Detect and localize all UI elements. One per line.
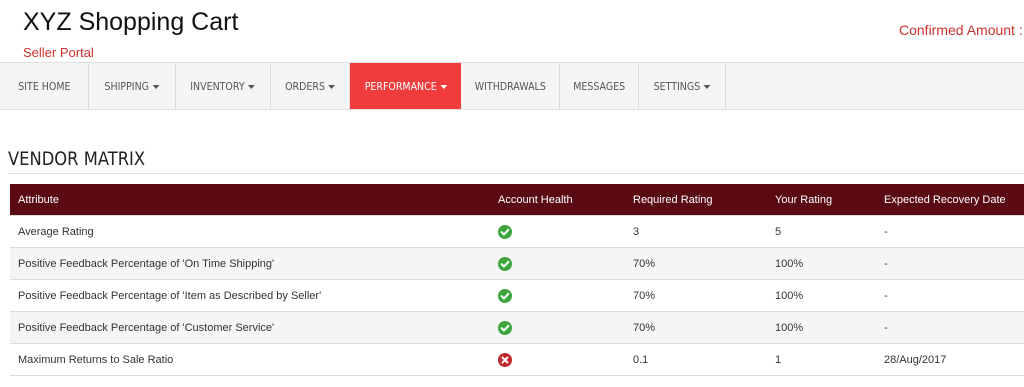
site-title[interactable]: XYZ Shopping Cart [23,8,238,37]
nav-label: ORDERS [284,79,325,93]
cell-attribute: Positive Feedback Percentage of 'Item as… [10,279,490,312]
cell-required-rating: 70% [625,279,767,312]
nav-withdrawals[interactable]: WITHDRAWALS [461,63,560,109]
nav-settings[interactable]: SETTINGS [639,63,726,109]
nav-performance[interactable]: PERFORMANCE [350,63,461,109]
nav-label: PERFORMANCE [364,79,437,93]
header-required-rating: Required Rating [625,184,767,216]
check-circle-icon [498,320,512,335]
nav-label: INVENTORY [190,79,246,93]
cell-attribute: Average Rating [10,215,490,248]
cell-your-rating: 100% [767,311,876,344]
cell-your-rating: 5 [767,215,876,248]
section-title: VENDOR MATRIX [8,148,167,170]
section-divider [8,173,1024,174]
check-circle-icon [498,288,512,303]
nav-inventory[interactable]: INVENTORY [176,63,271,109]
nav-label: SITE HOME [17,79,71,93]
cell-required-rating: 0.1 [625,343,767,376]
caret-down-icon [439,84,447,89]
caret-down-icon [248,84,256,89]
cross-circle-icon [498,352,512,367]
check-circle-icon [498,256,512,271]
site-subtitle: Seller Portal [23,45,94,60]
vendor-matrix-table: Attribute Account Health Required Rating… [10,184,1024,376]
cell-expected-recovery-date: - [876,279,1024,312]
cell-your-rating: 1 [767,343,876,376]
cell-required-rating: 70% [625,311,767,344]
nav-label: MESSAGES [573,79,625,93]
cell-attribute: Positive Feedback Percentage of 'On Time… [10,247,490,280]
header-account-health: Account Health [490,184,625,216]
table-row: Positive Feedback Percentage of 'Item as… [10,279,1024,312]
cell-account-health [490,215,625,248]
cell-expected-recovery-date: - [876,215,1024,248]
nav-shipping[interactable]: SHIPPING [89,63,176,109]
nav-site-home[interactable]: SITE HOME [0,63,89,109]
caret-down-icon [152,84,160,89]
cell-expected-recovery-date: - [876,247,1024,280]
nav-orders[interactable]: ORDERS [271,63,350,109]
table-row: Average Rating 3 5- [10,215,1024,248]
table-row: Positive Feedback Percentage of 'On Time… [10,247,1024,280]
cell-attribute: Maximum Returns to Sale Ratio [10,343,490,376]
header-your-rating: Your Rating [767,184,876,216]
cell-account-health [490,247,625,280]
cell-account-health [490,343,625,376]
caret-down-icon [328,84,336,89]
table-row: Maximum Returns to Sale Ratio 0.1 1 28/Aug/… [10,343,1024,376]
cell-account-health [490,279,625,312]
cell-expected-recovery-date: 28/Aug/2017 [876,343,1024,376]
nav-label: SHIPPING [104,79,150,93]
cell-required-rating: 3 [625,215,767,248]
cell-your-rating: 100% [767,279,876,312]
nav-label: WITHDRAWALS [474,79,546,93]
table-header-row: Attribute Account Health Required Rating… [10,184,1024,216]
header-attribute: Attribute [10,184,490,216]
cell-your-rating: 100% [767,247,876,280]
header-expected-recovery-date: Expected Recovery Date [876,184,1024,216]
caret-down-icon [703,84,711,89]
confirmed-amount-label: Confirmed Amount : [899,22,1023,38]
table-row: Positive Feedback Percentage of 'Custome… [10,311,1024,344]
nav-label: SETTINGS [653,79,701,93]
cell-attribute: Positive Feedback Percentage of 'Custome… [10,311,490,344]
check-circle-icon [498,224,512,239]
nav-messages[interactable]: MESSAGES [560,63,639,109]
cell-expected-recovery-date: - [876,311,1024,344]
section-title-text: VENDOR MATRIX [8,148,146,170]
cell-required-rating: 70% [625,247,767,280]
main-navbar: SITE HOME SHIPPING INVENTORY ORDERS PERF… [0,62,1024,110]
cell-account-health [490,311,625,344]
